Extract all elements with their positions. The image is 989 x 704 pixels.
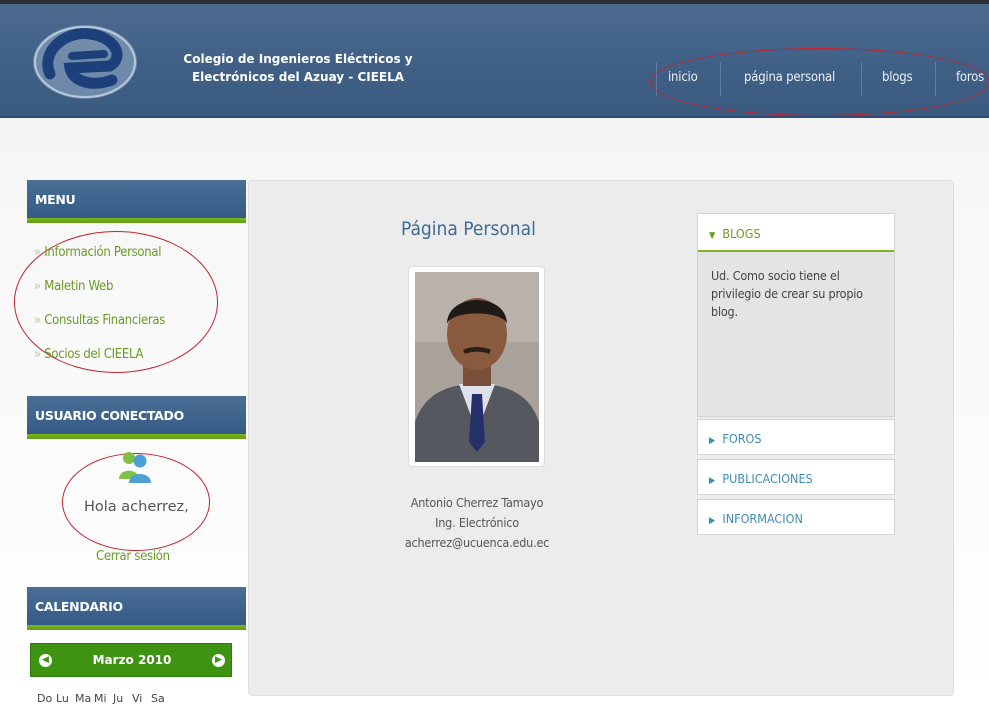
- accordion-label-text: BLOGS: [722, 226, 761, 241]
- menu-item-label: Información Personal: [44, 245, 162, 260]
- nav-foros[interactable]: foros: [956, 70, 984, 85]
- logo-e-icon[interactable]: [30, 22, 140, 102]
- triangle-down-icon: ▼: [709, 231, 716, 241]
- accordion-label-text: PUBLICACIONES: [722, 471, 813, 486]
- menu-item-label: Consultas Financieras: [44, 313, 166, 328]
- logout-link[interactable]: Cerrar sesión: [96, 549, 170, 564]
- triangle-right-icon: ▶: [709, 516, 716, 526]
- calendar-month: Marzo 2010: [92, 653, 172, 667]
- accordion-blogs: ▼ BLOGS Ud. Como socio tiene el privileg…: [697, 213, 895, 417]
- weekday: Mi: [94, 692, 107, 704]
- calendar-weekdays: Do Lu Ma Mi Ju Vi Sa: [37, 692, 170, 704]
- user-icon: [119, 452, 151, 483]
- user-header: USUARIO CONECTADO: [27, 396, 246, 439]
- nav-separator: [720, 62, 721, 96]
- accordion-blogs-header[interactable]: ▼ BLOGS: [698, 214, 894, 252]
- organization-name: Colegio de Ingenieros Eléctricos y Elect…: [168, 50, 428, 86]
- menu-item-consultas-financieras[interactable]: » Consultas Financieras: [34, 313, 165, 328]
- calendar-header: CALENDARIO: [27, 587, 246, 630]
- triangle-right-icon: ▶: [709, 436, 716, 446]
- org-line-2: Electrónicos del Azuay - CIEELA: [191, 70, 405, 84]
- accordion-informacion[interactable]: ▶ INFORMACION: [697, 499, 895, 535]
- weekday: Ju: [113, 692, 124, 704]
- accordion-blogs-text: Ud. Como socio tiene el privilegio de cr…: [711, 268, 863, 319]
- accordion-informacion-label: ▶ INFORMACION: [709, 511, 803, 526]
- raquo-icon: »: [34, 347, 45, 362]
- nav-separator: [861, 62, 862, 96]
- accordion-foros[interactable]: ▶ FOROS: [697, 419, 895, 455]
- menu-header: MENU: [27, 180, 246, 223]
- accordion-label-text: FOROS: [722, 431, 762, 446]
- raquo-icon: »: [34, 313, 45, 328]
- accordion-label-text: INFORMACION: [722, 511, 803, 526]
- menu-item-maletin-web[interactable]: » Maletin Web: [34, 279, 113, 294]
- accordion-publicaciones[interactable]: ▶ PUBLICACIONES: [697, 459, 895, 495]
- weekday: Sa: [151, 692, 165, 704]
- accordion-publicaciones-label: ▶ PUBLICACIONES: [709, 471, 813, 486]
- nav-separator: [656, 62, 657, 96]
- nav-inicio[interactable]: inicio: [668, 70, 698, 85]
- person-name: Antonio Cherrez Tamayo: [410, 495, 544, 510]
- calendar-month-bar: ◀ Marzo 2010 ▶: [30, 643, 232, 677]
- menu-item-socios[interactable]: » Socios del CIEELA: [34, 347, 144, 362]
- site-header: Colegio de Ingenieros Eléctricos y Elect…: [0, 4, 989, 118]
- menu-item-label: Maletin Web: [44, 279, 114, 294]
- nav-blogs[interactable]: blogs: [882, 70, 913, 85]
- menu-item-label: Socios del CIEELA: [44, 347, 144, 362]
- weekday: Ma: [75, 692, 92, 704]
- triangle-right-icon: ▶: [709, 476, 716, 486]
- weekday: Do: [37, 692, 53, 704]
- org-line-1: Colegio de Ingenieros Eléctricos y: [183, 52, 413, 66]
- page-title: Página Personal: [401, 218, 536, 240]
- menu-item-informacion-personal[interactable]: » Información Personal: [34, 245, 161, 260]
- accordion-blogs-label: ▼ BLOGS: [709, 226, 761, 241]
- raquo-icon: »: [34, 245, 45, 260]
- raquo-icon: »: [34, 279, 45, 294]
- nav-separator: [935, 62, 936, 96]
- greeting-text: Hola acherrez,: [84, 499, 189, 515]
- calendar: ◀ Marzo 2010 ▶ Do Lu Ma Mi Ju Vi Sa: [27, 643, 235, 704]
- profile-photo: [415, 272, 539, 462]
- weekday: Vi: [132, 692, 143, 704]
- accordion-foros-label: ▶ FOROS: [709, 431, 762, 446]
- nav-pagina-personal[interactable]: página personal: [744, 70, 835, 85]
- weekday: Lu: [56, 692, 69, 704]
- person-profession: Ing. Electrónico: [435, 515, 519, 530]
- person-email[interactable]: acherrez@ucuenca.edu.ec: [377, 535, 577, 550]
- chevron-right-icon[interactable]: ▶: [212, 654, 225, 667]
